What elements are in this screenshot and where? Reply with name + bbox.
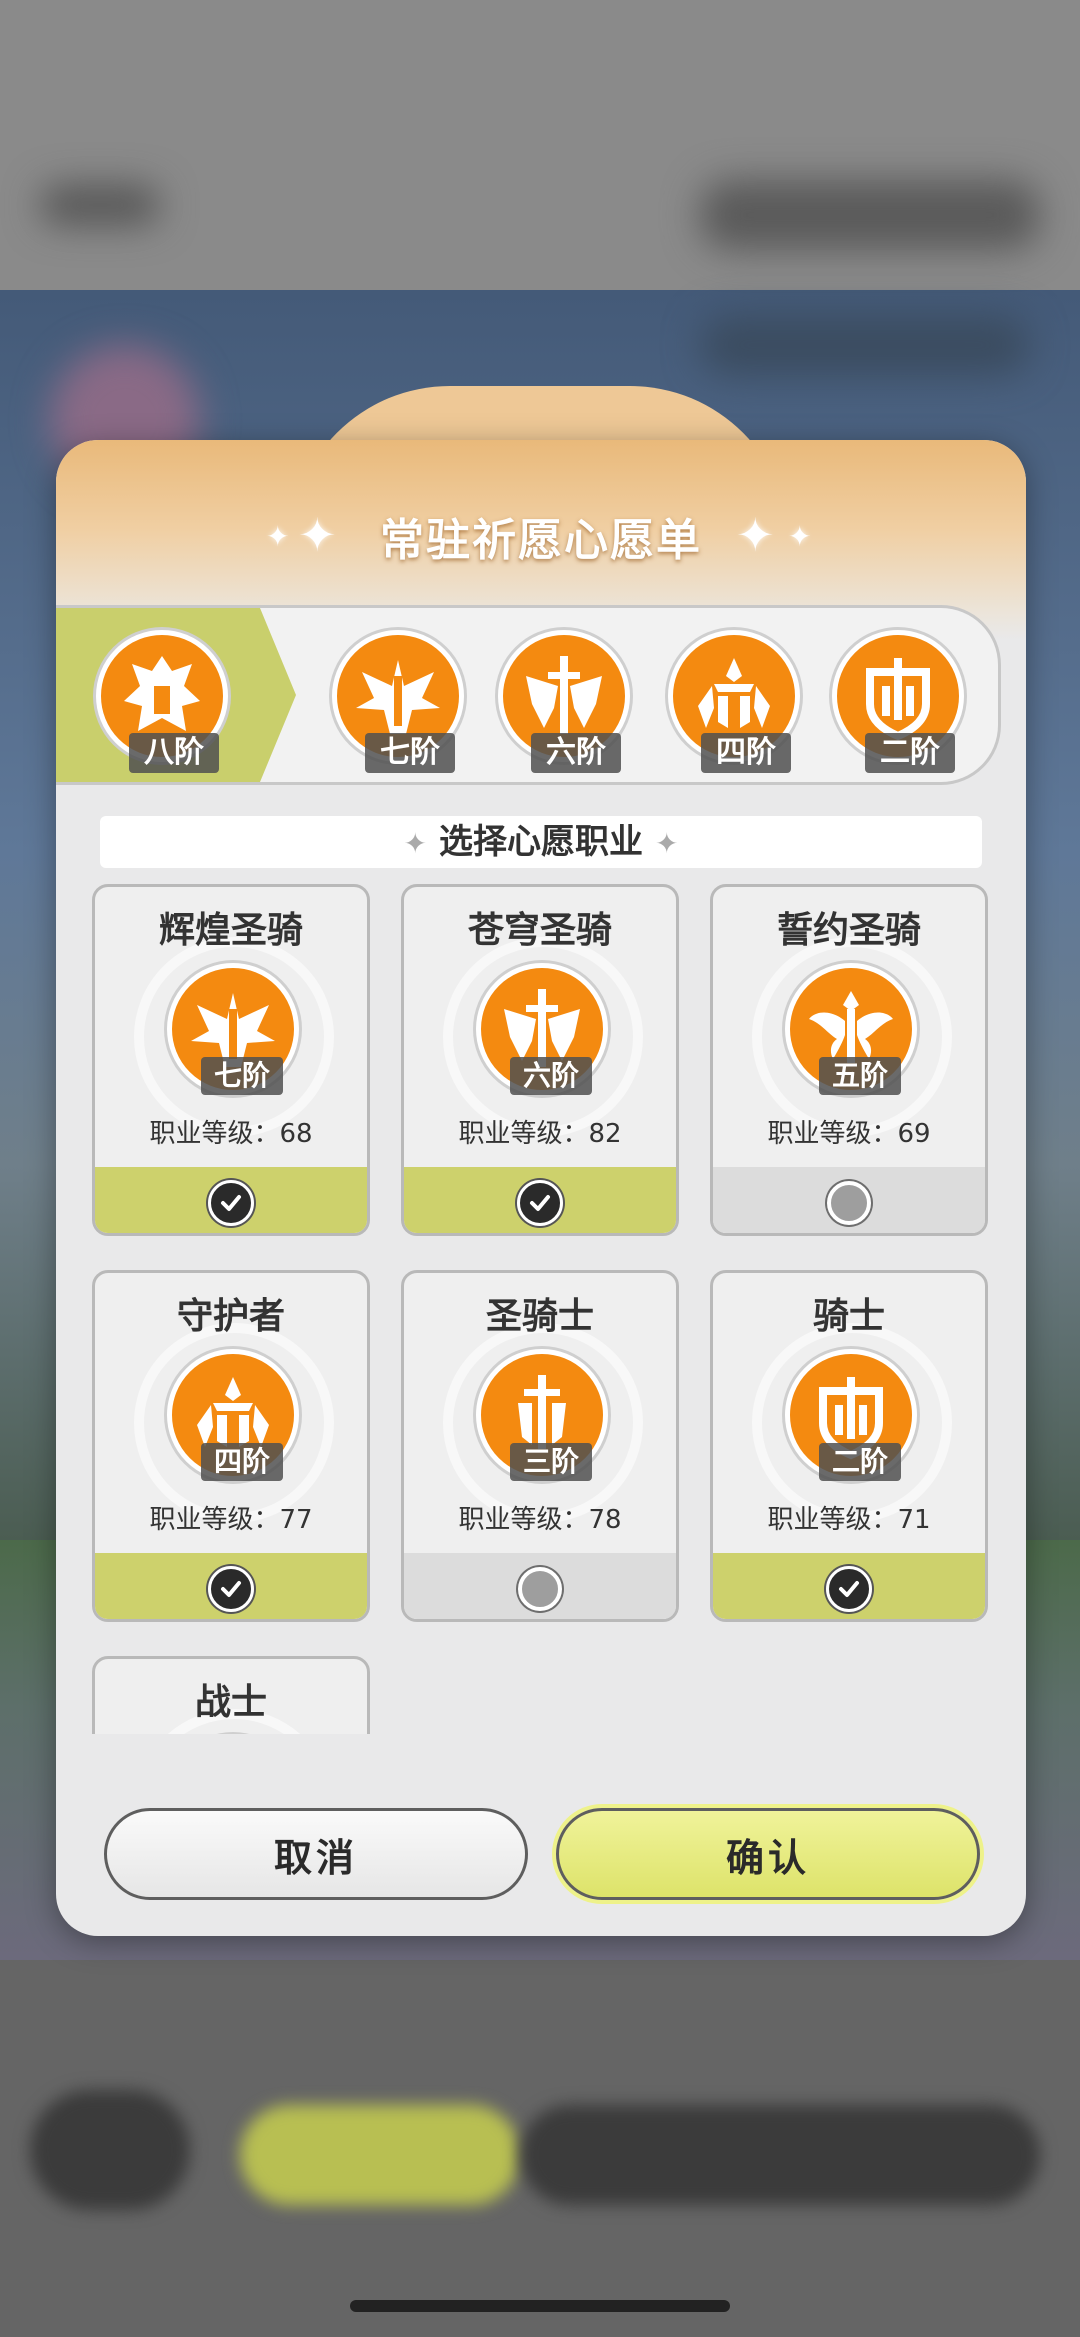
class-name: 辉煌圣骑 xyxy=(158,910,303,951)
class-level: 职业等级：69 xyxy=(767,1119,931,1149)
tier-label: 七阶 xyxy=(365,733,455,773)
class-name: 圣骑士 xyxy=(485,1296,594,1337)
tier-label: 六阶 xyxy=(531,733,621,773)
class-tier-label: 三阶 xyxy=(510,1443,592,1481)
section-title: 选择心愿职业 xyxy=(439,822,643,862)
confirm-button[interactable]: 确认 xyxy=(556,1808,980,1900)
class-select-footer[interactable] xyxy=(713,1167,985,1233)
checkmark-icon xyxy=(517,1180,563,1226)
home-indicator xyxy=(350,2300,730,2312)
class-tier-label: 五阶 xyxy=(819,1057,901,1095)
class-level: 职业等级：78 xyxy=(458,1505,622,1535)
class-select-footer[interactable] xyxy=(95,1167,367,1233)
tier-tab-2[interactable]: 二阶 xyxy=(828,620,968,773)
checkmark-icon xyxy=(826,1566,872,1612)
sparkle-icon: ✦ xyxy=(403,827,427,860)
checkmark-icon xyxy=(208,1566,254,1612)
class-select-footer[interactable] xyxy=(95,1553,367,1619)
class-card[interactable]: 战士 xyxy=(92,1656,370,1734)
unselected-radio-icon xyxy=(827,1181,871,1225)
checkmark-icon xyxy=(208,1180,254,1226)
modal-title: 常驻祈愿心愿单 xyxy=(380,515,702,566)
tier-filter-row: 八阶 七阶 六阶 四阶 二阶 xyxy=(56,605,1001,785)
class-level: 职业等级：77 xyxy=(149,1505,313,1535)
class-card[interactable]: 苍穹圣骑 六阶 职业等级：82 xyxy=(401,884,679,1236)
class-select-footer[interactable] xyxy=(713,1553,985,1619)
class-name: 战士 xyxy=(194,1682,267,1723)
class-grid: 辉煌圣骑 七阶 职业等级：68 苍穹圣骑 六阶 职业等级：82 誓约圣骑 五阶 … xyxy=(56,880,1026,1734)
class-card[interactable]: 辉煌圣骑 七阶 职业等级：68 xyxy=(92,884,370,1236)
section-header: ✦ 选择心愿职业 ✦ xyxy=(100,816,982,868)
background-header-blur xyxy=(700,180,1040,250)
tier-tab-8[interactable]: 八阶 xyxy=(92,620,232,773)
class-select-footer[interactable] xyxy=(404,1167,676,1233)
class-tier-label: 六阶 xyxy=(510,1057,592,1095)
class-level: 职业等级：82 xyxy=(458,1119,622,1149)
tier-label: 四阶 xyxy=(701,733,791,773)
class-select-footer[interactable] xyxy=(404,1553,676,1619)
class-level: 职业等级：71 xyxy=(767,1505,931,1535)
background-back-blur xyxy=(40,185,160,225)
class-card[interactable]: 守护者 四阶 职业等级：77 xyxy=(92,1270,370,1622)
class-card[interactable]: 骑士 二阶 职业等级：71 xyxy=(710,1270,988,1622)
class-name: 骑士 xyxy=(812,1296,885,1337)
tier-label: 二阶 xyxy=(865,733,955,773)
tier-tab-4[interactable]: 四阶 xyxy=(664,620,804,773)
tier-tab-6[interactable]: 六阶 xyxy=(494,620,634,773)
class-tier-label: 二阶 xyxy=(819,1443,901,1481)
tier-label: 八阶 xyxy=(129,733,219,773)
background-button-blur xyxy=(30,2090,190,2210)
class-tier-label: 七阶 xyxy=(201,1057,283,1095)
sparkle-icon: ✦ xyxy=(655,827,679,860)
class-card[interactable]: 誓约圣骑 五阶 职业等级：69 xyxy=(710,884,988,1236)
unselected-radio-icon xyxy=(518,1567,562,1611)
class-tier-label: 四阶 xyxy=(201,1443,283,1481)
class-name: 誓约圣骑 xyxy=(776,910,921,951)
cancel-button[interactable]: 取消 xyxy=(104,1808,528,1900)
background-button-blur xyxy=(240,2105,520,2205)
background-info-blur xyxy=(700,315,1030,375)
class-name: 守护者 xyxy=(176,1296,285,1337)
background-button-blur xyxy=(520,2105,1040,2205)
tier-tab-7[interactable]: 七阶 xyxy=(328,620,468,773)
class-card[interactable]: 圣骑士 三阶 职业等级：78 xyxy=(401,1270,679,1622)
class-level: 职业等级：68 xyxy=(149,1119,313,1149)
class-name: 苍穹圣骑 xyxy=(467,910,612,951)
wishlist-modal: ✦ ✦ ✦ ✦ 常驻祈愿心愿单 八阶 七阶 六阶 四阶 二阶 ✦ 选择心愿职业 … xyxy=(56,440,1026,1936)
